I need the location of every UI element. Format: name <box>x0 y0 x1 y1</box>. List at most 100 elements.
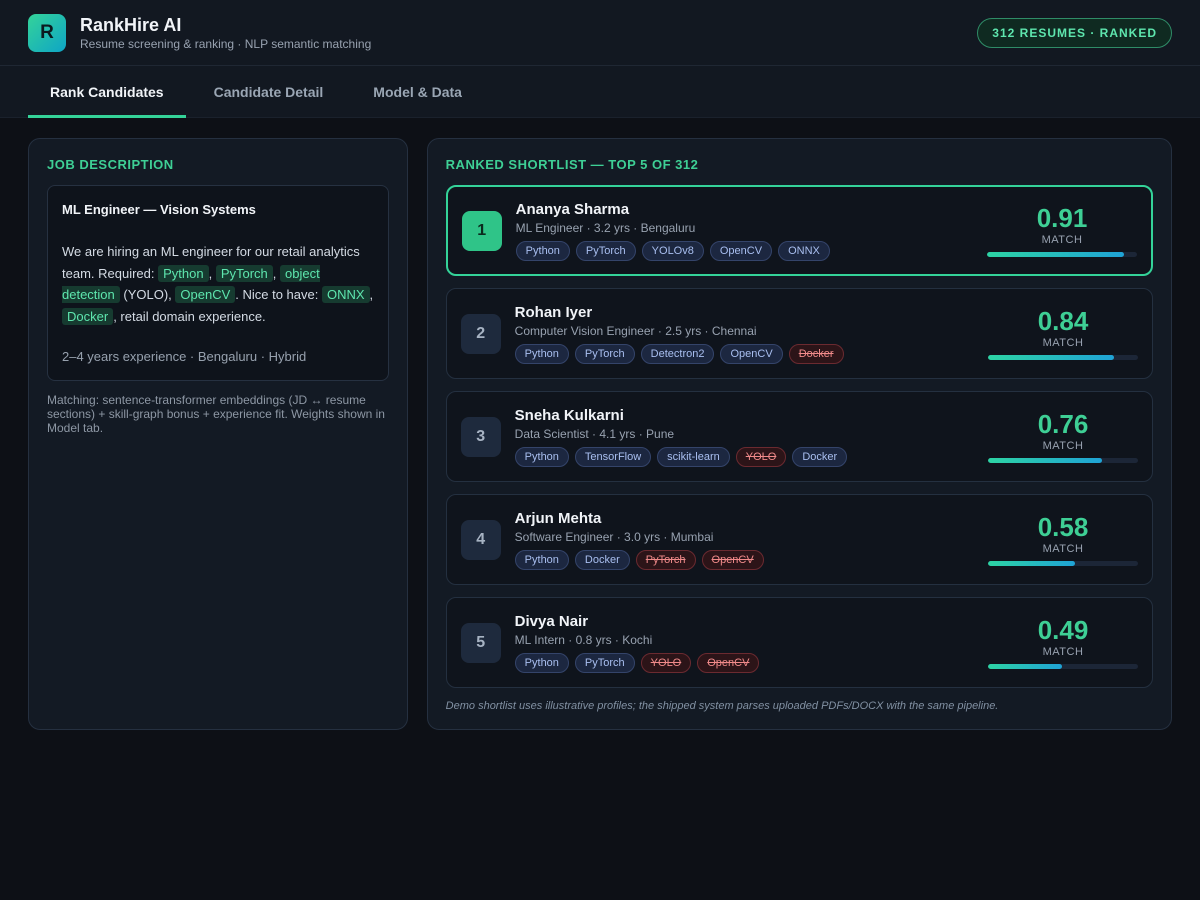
job-title: ML Engineer — Vision Systems <box>62 202 256 217</box>
skill-tags: Python PyTorch YOLOv8 OpenCV ONNX <box>515 240 987 261</box>
match-bar <box>988 664 1138 669</box>
candidate-meta: ML Engineer · 3.2 yrs · Bengaluru <box>515 220 696 235</box>
jd-text-segment: , <box>272 265 281 281</box>
match-bar-fill <box>988 355 1114 360</box>
resumes-ranked-badge: 312 RESUMES · RANKED <box>977 17 1172 48</box>
jd-text-segment: (YOLO), <box>119 287 176 302</box>
skill-tag: Detectron2 <box>640 343 715 364</box>
candidate-name: Sneha Kulkarni <box>514 406 624 424</box>
skill-tag: OpenCV <box>720 343 783 364</box>
jd-text-segment: , retail domain experience. <box>113 308 266 324</box>
jd-text-segment: , <box>208 265 216 281</box>
match-bar-fill <box>987 252 1124 257</box>
missing-skill-tag: PyTorch <box>635 549 696 570</box>
skill-tag: ONNX <box>778 240 830 261</box>
match-bar <box>988 458 1138 463</box>
match-score: 0.58 MATCH <box>988 513 1138 566</box>
skill-tag: Python <box>514 446 569 467</box>
job-description-heading: JOB DESCRIPTION <box>47 157 174 172</box>
skill-tag: Python <box>514 549 569 570</box>
candidate-name: Ananya Sharma <box>515 200 630 218</box>
match-score-label: MATCH <box>1042 337 1084 349</box>
app-subtitle: Resume screening & ranking · NLP semanti… <box>80 37 372 51</box>
match-bar-fill <box>988 458 1102 463</box>
skill-tag: OpenCV <box>709 240 773 261</box>
skill-tags: Python Docker PyTorch OpenCV <box>514 549 988 570</box>
skill-tag: Python <box>515 240 570 261</box>
tab-model-data[interactable]: Model & Data <box>351 66 484 118</box>
match-bar-fill <box>988 664 1062 669</box>
match-bar <box>987 252 1137 257</box>
match-score-label: MATCH <box>1042 440 1084 452</box>
candidate-meta: ML Intern · 0.8 yrs · Kochi <box>514 632 653 647</box>
job-description-panel: JOB DESCRIPTION ML Engineer — Vision Sys… <box>28 138 408 730</box>
match-bar <box>988 355 1138 360</box>
shortlist-footnote: Demo shortlist uses illustrative profile… <box>445 700 999 712</box>
skill-tag: Docker <box>574 549 630 570</box>
app-logo: R <box>28 13 66 52</box>
match-score-label: MATCH <box>1042 543 1084 555</box>
job-description-text: We are hiring an ML engineer for our ret… <box>62 241 374 327</box>
match-score: 0.91 MATCH <box>987 204 1137 257</box>
match-bar <box>988 561 1138 566</box>
missing-skill-tag: OpenCV <box>701 549 764 570</box>
brand: RankHire AI Resume screening & ranking ·… <box>80 14 371 51</box>
tab-candidate-detail[interactable]: Candidate Detail <box>192 66 346 118</box>
main-content: JOB DESCRIPTION ML Engineer — Vision Sys… <box>0 118 1200 750</box>
jd-text-segment: . Nice to have: <box>235 287 322 302</box>
shortlist-panel: RANKED SHORTLIST — TOP 5 OF 312 1 Ananya … <box>426 138 1172 730</box>
candidate-card[interactable]: 5 Divya Nair ML Intern · 0.8 yrs · Kochi Py… <box>445 597 1153 688</box>
rank-badge: 2 <box>460 313 501 354</box>
tab-bar: Rank Candidates Candidate Detail Model &… <box>0 66 1200 118</box>
job-description-box: ML Engineer — Vision Systems We are hiri… <box>47 185 389 381</box>
match-bar-fill <box>988 561 1075 566</box>
candidate-info: Arjun Mehta Software Engineer · 3.0 yrs ·… <box>514 509 988 570</box>
job-meta: 2–4 years experience · Bengaluru · Hybri… <box>62 349 307 364</box>
rank-badge: 5 <box>460 622 501 663</box>
skill-tag: TensorFlow <box>574 446 652 467</box>
match-score-value: 0.84 <box>1037 306 1089 336</box>
candidate-meta: Software Engineer · 3.0 yrs · Mumbai <box>514 529 714 544</box>
candidate-name: Arjun Mehta <box>514 509 602 527</box>
missing-skill-tag: YOLO <box>735 446 787 467</box>
highlighted-skill: Docker <box>62 307 114 325</box>
highlighted-skill: ONNX <box>321 286 370 303</box>
skill-tags: Python PyTorch Detectron2 OpenCV Docker <box>514 343 988 364</box>
skill-tag: scikit-learn <box>657 446 730 467</box>
missing-skill-tag: OpenCV <box>697 652 760 673</box>
candidate-name: Rohan Iyer <box>514 303 593 321</box>
matching-note: Matching: sentence-transformer embedding… <box>47 393 385 435</box>
skill-tag: Docker <box>792 446 848 467</box>
candidate-meta: Data Scientist · 4.1 yrs · Pune <box>514 426 675 441</box>
rank-badge: 3 <box>460 416 501 457</box>
rank-badge: 1 <box>461 210 502 251</box>
candidate-card[interactable]: 3 Sneha Kulkarni Data Scientist · 4.1 yrs … <box>445 391 1153 482</box>
jd-text-segment: , <box>369 287 374 302</box>
highlighted-skill: Python <box>158 264 209 282</box>
skill-tag: PyTorch <box>575 240 636 261</box>
shortlist-heading: RANKED SHORTLIST — TOP 5 OF 312 <box>445 157 699 172</box>
candidate-meta: Computer Vision Engineer · 2.5 yrs · Che… <box>514 323 757 338</box>
tab-rank-candidates[interactable]: Rank Candidates <box>28 66 186 118</box>
match-score-label: MATCH <box>1041 234 1083 246</box>
candidate-info: Divya Nair ML Intern · 0.8 yrs · Kochi Pyt… <box>514 613 988 673</box>
skill-tag: Python <box>514 652 569 673</box>
match-score-value: 0.76 <box>1037 409 1089 439</box>
match-score: 0.84 MATCH <box>988 307 1138 360</box>
skill-tag: PyTorch <box>574 652 635 673</box>
skill-tag: YOLOv8 <box>641 240 704 261</box>
skill-tag: PyTorch <box>574 343 635 364</box>
match-score-value: 0.91 <box>1036 203 1088 233</box>
rank-badge: 4 <box>460 519 501 560</box>
highlighted-skill: PyTorch <box>215 264 273 282</box>
skill-tags: Python PyTorch YOLO OpenCV <box>514 652 988 673</box>
match-score-label: MATCH <box>1042 646 1084 658</box>
candidate-card[interactable]: 4 Arjun Mehta Software Engineer · 3.0 yrs … <box>445 494 1153 585</box>
missing-skill-tag: Docker <box>788 343 844 364</box>
candidate-card[interactable]: 1 Ananya Sharma ML Engineer · 3.2 yrs · Be… <box>445 185 1153 276</box>
missing-skill-tag: YOLO <box>640 652 692 673</box>
candidate-info: Sneha Kulkarni Data Scientist · 4.1 yrs ·… <box>514 406 988 467</box>
candidate-card[interactable]: 2 Rohan Iyer Computer Vision Engineer · 2.… <box>445 288 1153 379</box>
app-title: RankHire AI <box>80 15 182 35</box>
candidate-info: Ananya Sharma ML Engineer · 3.2 yrs · Ben… <box>515 200 987 261</box>
